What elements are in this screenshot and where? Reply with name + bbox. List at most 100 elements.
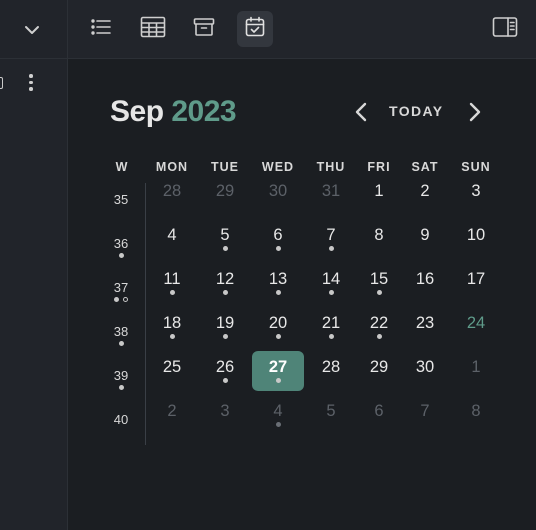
day-number: 10 [466, 226, 486, 244]
calendar-day[interactable]: 7 [399, 395, 451, 435]
day-number: 18 [162, 314, 182, 332]
calendar-day[interactable]: 14 [305, 263, 357, 303]
day-number: 11 [163, 270, 181, 288]
note-dot [169, 290, 175, 295]
week-note-dot [118, 341, 124, 346]
day-number: 29 [215, 182, 235, 200]
day-number: 19 [215, 314, 235, 332]
calendar-day[interactable]: 8 [353, 219, 405, 259]
calendar-day[interactable]: 4 [252, 395, 304, 435]
left-panel-header [0, 0, 67, 59]
day-number: 20 [268, 314, 288, 332]
calendar-day[interactable]: 3 [199, 395, 251, 435]
day-number: 17 [466, 270, 486, 288]
note-dot [222, 378, 228, 383]
calendar-day[interactable]: 28 [146, 175, 198, 215]
day-number: 3 [471, 182, 481, 200]
calendar-day[interactable]: 24 [450, 307, 502, 347]
day-number: 13 [268, 270, 288, 288]
calendar-day[interactable]: 5 [199, 219, 251, 259]
day-number: 6 [374, 402, 384, 420]
day-number: 2 [420, 182, 430, 200]
week-number[interactable]: 35 [101, 192, 141, 217]
calendar-day[interactable]: 1 [450, 351, 502, 391]
day-number: 1 [471, 358, 481, 376]
week-number-label: 36 [113, 236, 129, 251]
day-number: 31 [321, 182, 341, 200]
calendar-day[interactable]: 2 [146, 395, 198, 435]
table-icon [140, 15, 166, 44]
calendar-day[interactable]: 3 [450, 175, 502, 215]
day-number: 1 [374, 182, 384, 200]
note-dot [275, 290, 281, 295]
next-month-button[interactable] [464, 101, 484, 128]
calendar-day[interactable]: 8 [450, 395, 502, 435]
chevron-down-icon[interactable] [22, 20, 42, 45]
sidebar-toggle-button[interactable] [487, 11, 523, 47]
day-number: 28 [321, 358, 341, 376]
weekday-header: MON [155, 160, 189, 174]
day-number: 16 [415, 270, 435, 288]
more-vertical-icon[interactable] [28, 74, 34, 94]
week-number[interactable]: 38 [101, 324, 141, 349]
calendar-day[interactable]: 18 [146, 307, 198, 347]
calendar-day[interactable]: 9 [399, 219, 451, 259]
note-dot [222, 334, 228, 339]
calendar-day[interactable]: 11 [146, 263, 198, 303]
calendar-day[interactable]: 17 [450, 263, 502, 303]
calendar-day[interactable]: 29 [353, 351, 405, 391]
archive-icon [192, 15, 216, 44]
day-number: 12 [215, 270, 235, 288]
week-number[interactable]: 36 [101, 236, 141, 261]
calendar-day[interactable]: 22 [353, 307, 405, 347]
table-view-button[interactable] [135, 11, 171, 47]
day-number: 21 [321, 314, 341, 332]
month-year-title: Sep 2023 [110, 95, 237, 129]
calendar-day[interactable]: 5 [305, 395, 357, 435]
calendar-day[interactable]: 23 [399, 307, 451, 347]
calendar-day[interactable]: 2 [399, 175, 451, 215]
calendar-day-selected[interactable]: 27 [252, 351, 304, 391]
calendar-view-button[interactable] [237, 11, 273, 47]
day-number: 29 [369, 358, 389, 376]
week-number-label: 40 [113, 412, 129, 427]
note-dot [275, 422, 281, 427]
week-note-dot [118, 385, 124, 390]
today-button[interactable]: TODAY [389, 103, 443, 119]
calendar-day[interactable]: 30 [399, 351, 451, 391]
calendar-day[interactable]: 30 [252, 175, 304, 215]
calendar-day[interactable]: 31 [305, 175, 357, 215]
week-number-label: 39 [113, 368, 129, 383]
calendar-day[interactable]: 15 [353, 263, 405, 303]
list-icon [89, 15, 113, 44]
calendar-day[interactable]: 20 [252, 307, 304, 347]
day-number: 2 [167, 402, 177, 420]
calendar-day[interactable]: 26 [199, 351, 251, 391]
week-number[interactable]: 37 [101, 280, 141, 305]
calendar-day[interactable]: 25 [146, 351, 198, 391]
archive-view-button[interactable] [186, 11, 222, 47]
note-dot [275, 378, 281, 383]
calendar-day[interactable]: 28 [305, 351, 357, 391]
list-view-button[interactable] [83, 11, 119, 47]
week-number[interactable]: 40 [101, 412, 141, 437]
calendar-day[interactable]: 21 [305, 307, 357, 347]
note-dot [222, 246, 228, 251]
calendar-day[interactable]: 29 [199, 175, 251, 215]
day-number: 25 [162, 358, 182, 376]
note-dot [328, 290, 334, 295]
square-icon[interactable] [0, 77, 3, 89]
calendar-day[interactable]: 12 [199, 263, 251, 303]
calendar-day[interactable]: 1 [353, 175, 405, 215]
calendar-day[interactable]: 6 [353, 395, 405, 435]
calendar-day[interactable]: 13 [252, 263, 304, 303]
chevron-right-icon [464, 102, 484, 127]
calendar-day[interactable]: 10 [450, 219, 502, 259]
calendar-day[interactable]: 19 [199, 307, 251, 347]
calendar-day[interactable]: 4 [146, 219, 198, 259]
calendar-day[interactable]: 16 [399, 263, 451, 303]
calendar-day[interactable]: 6 [252, 219, 304, 259]
calendar-day[interactable]: 7 [305, 219, 357, 259]
week-number[interactable]: 39 [101, 368, 141, 393]
previous-month-button[interactable] [352, 101, 372, 128]
